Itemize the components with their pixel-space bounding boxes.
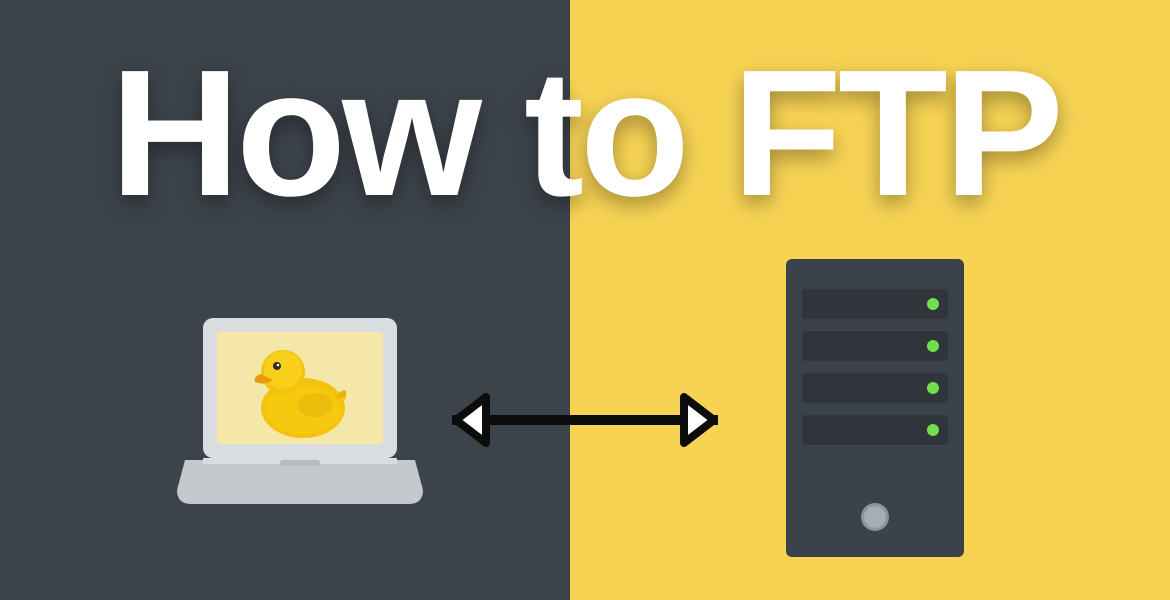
server-rack-icon [780,255,970,565]
main-title: How to FTP [0,30,1170,237]
bidirectional-arrow-icon [420,385,750,455]
laptop-icon [175,310,425,520]
